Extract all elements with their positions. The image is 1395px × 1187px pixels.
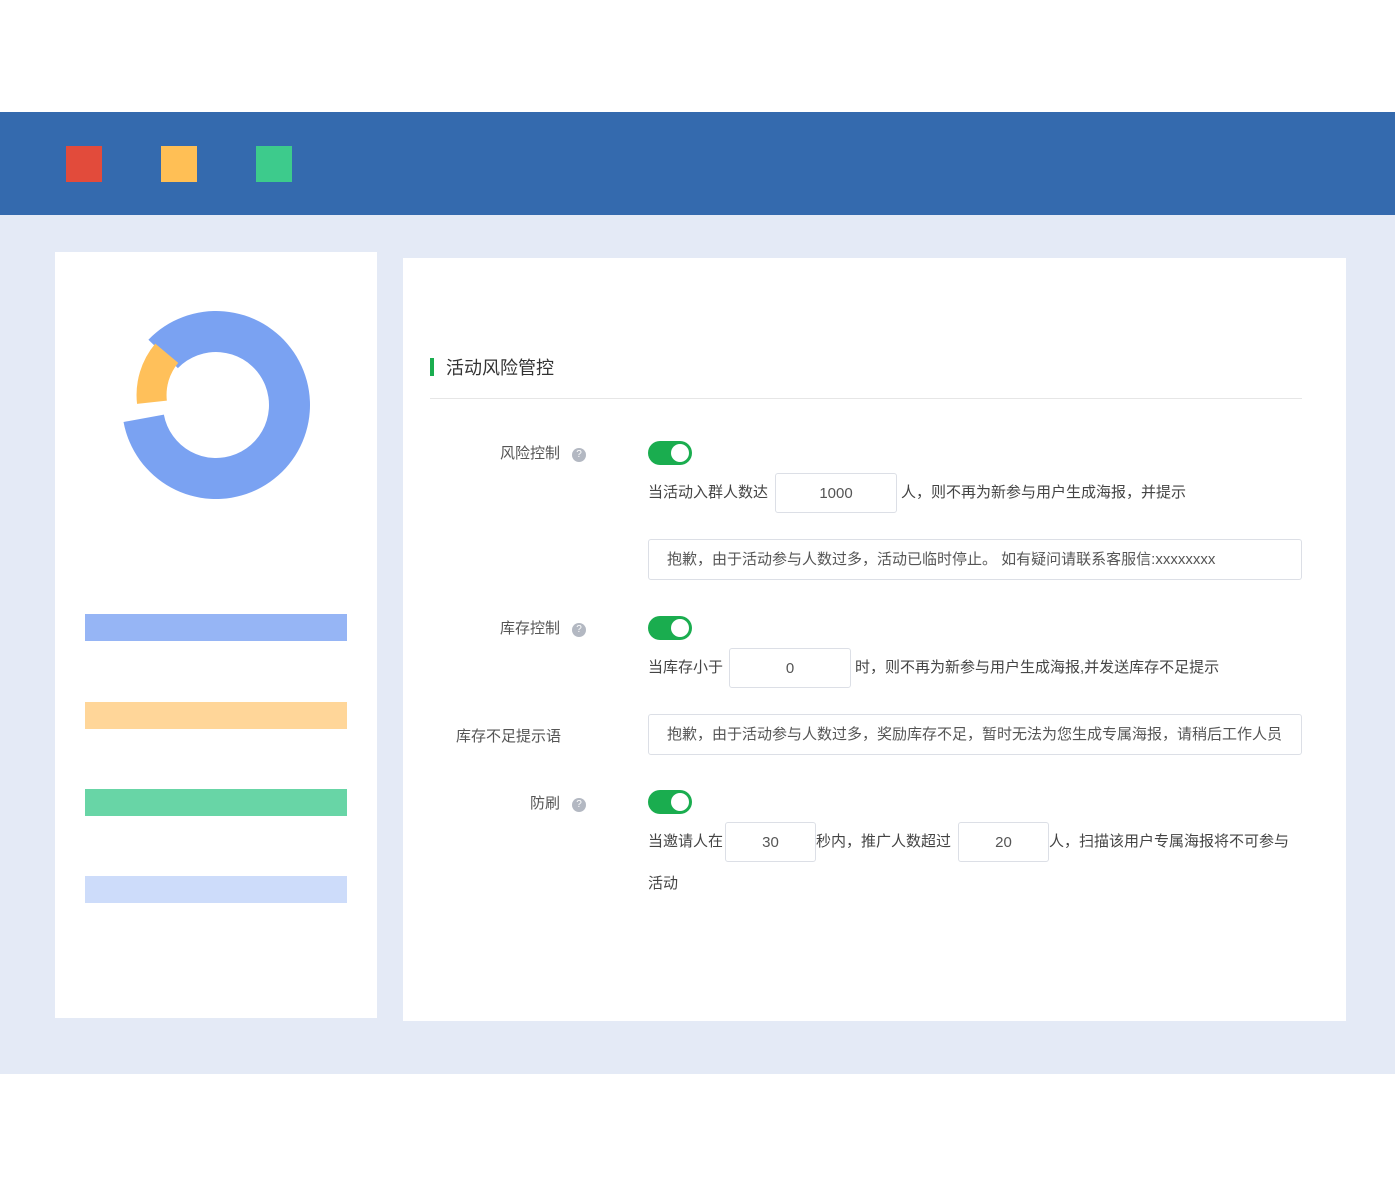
stock-control-toggle[interactable] xyxy=(648,616,692,640)
stock-threshold-input[interactable]: 0 xyxy=(729,648,851,688)
app-window: 活动风险管控 风险控制? 当活动入群人数达 1000 人，则不再为新参与用户生成… xyxy=(0,112,1395,1074)
toggle-knob xyxy=(671,619,689,637)
anti-fraud-prefix: 当邀请人在 xyxy=(648,833,724,850)
risk-control-question-icon[interactable]: ? xyxy=(572,448,586,462)
section-divider xyxy=(430,398,1302,399)
stock-control-question-icon[interactable]: ? xyxy=(572,623,586,637)
anti-fraud-label-text: 防刷 xyxy=(529,795,560,812)
donut-segment-blue xyxy=(123,311,310,499)
donut-chart-icon xyxy=(123,311,310,499)
risk-control-suffix: 人，则不再为新参与用户生成海报，并提示 xyxy=(901,484,1187,501)
anti-fraud-label: 防刷? xyxy=(530,792,586,813)
main-panel: 活动风险管控 风险控制? 当活动入群人数达 1000 人，则不再为新参与用户生成… xyxy=(403,258,1346,1021)
stock-message-input[interactable]: 抱歉，由于活动参与人数过多，奖励库存不足，暂时无法为您生成专属海报，请稍后工作人… xyxy=(648,714,1302,755)
sidebar-bar-green xyxy=(85,789,347,816)
anti-fraud-seconds-input[interactable]: 30 xyxy=(725,822,816,862)
risk-threshold-input[interactable]: 1000 xyxy=(775,473,897,513)
anti-fraud-toggle[interactable] xyxy=(648,790,692,814)
section-title: 活动风险管控 xyxy=(430,356,554,378)
window-maximize-dot[interactable] xyxy=(256,146,292,182)
anti-fraud-suffix: 人，扫描该用户专属海报将不可参与 xyxy=(1049,833,1290,850)
section-title-text: 活动风险管控 xyxy=(446,358,554,378)
anti-fraud-middle: 秒内，推广人数超过 xyxy=(816,833,952,850)
toggle-knob xyxy=(671,444,689,462)
title-bar xyxy=(0,112,1395,215)
stock-control-prefix: 当库存小于 xyxy=(648,659,724,676)
risk-message-input[interactable]: 抱歉，由于活动参与人数过多，活动已临时停止。 如有疑问请联系客服信:xxxxxx… xyxy=(648,539,1302,580)
anti-fraud-suffix-line2: 活动 xyxy=(648,875,679,892)
sidebar-bar-lightblue xyxy=(85,876,347,903)
stock-control-label: 库存控制? xyxy=(500,617,586,638)
window-minimize-dot[interactable] xyxy=(161,146,197,182)
title-accent-bar xyxy=(430,358,434,376)
risk-control-label-text: 风险控制 xyxy=(499,445,560,462)
risk-control-toggle[interactable] xyxy=(648,441,692,465)
sidebar-bar-blue xyxy=(85,614,347,641)
risk-control-prefix: 当活动入群人数达 xyxy=(648,484,769,501)
stock-message-label: 库存不足提示语 xyxy=(455,728,561,745)
sidebar-panel xyxy=(55,252,377,1018)
anti-fraud-question-icon[interactable]: ? xyxy=(572,798,586,812)
sidebar-bar-orange xyxy=(85,702,347,729)
stock-control-label-text: 库存控制 xyxy=(499,620,560,637)
window-close-dot[interactable] xyxy=(66,146,102,182)
anti-fraud-count-input[interactable]: 20 xyxy=(958,822,1049,862)
risk-control-label: 风险控制? xyxy=(500,442,586,463)
toggle-knob xyxy=(671,793,689,811)
stock-control-suffix: 时，则不再为新参与用户生成海报,并发送库存不足提示 xyxy=(855,659,1220,676)
